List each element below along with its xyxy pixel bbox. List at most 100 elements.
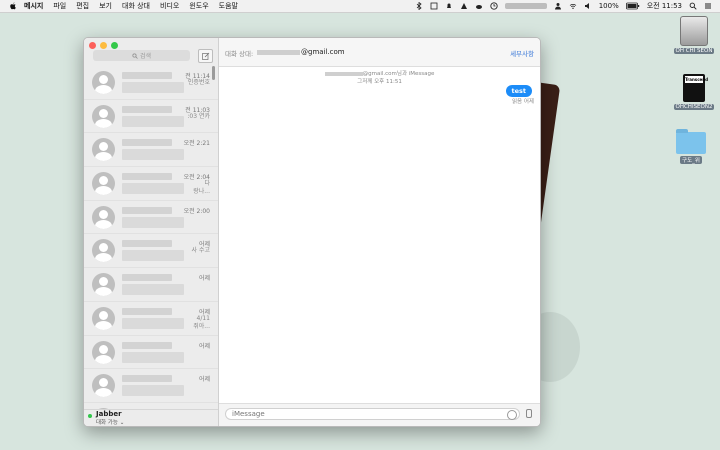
conversation-time: 오전 2:00 [183,207,210,215]
conversation-item[interactable]: 전 11:03 :03 연카 [84,100,218,134]
menu-bar: 메시지 파일 편집 보기 대화 상대 비디오 윈도우 도움말 100% 오전 1… [0,0,720,13]
recipient-field[interactable]: @gmail.com [301,48,345,56]
menu-video[interactable]: 비디오 [160,1,179,11]
bluetooth-icon[interactable] [415,2,423,10]
sent-message-bubble[interactable]: test [505,85,532,97]
desktop-icon-label: OH CHI SEON [673,48,715,54]
availability-label: 대화 가능 [96,420,118,426]
drive-icon[interactable] [460,2,468,10]
conversation-item[interactable]: 오전 2:04 다 랑나... [84,167,218,201]
sidebar-scrollbar[interactable] [212,66,215,80]
avatar [92,273,115,297]
spotlight-search-icon[interactable] [689,2,697,10]
zoom-button[interactable] [111,42,118,49]
notification-center-icon[interactable] [704,2,712,10]
compose-icon [201,52,209,60]
battery-icon[interactable] [625,2,640,10]
menu-file[interactable]: 파일 [53,1,66,11]
clock-icon[interactable] [490,2,498,10]
recipient-label: 대화 상대: [225,50,254,58]
redacted-contact-name [122,240,172,248]
messages-window: 검색 전 11:14 인증번호 전 11:03 :03 연카 오전 2:21 오… [83,37,541,427]
redacted-email [324,71,363,76]
details-button[interactable]: 세부사항 [510,48,534,58]
menu-view[interactable]: 보기 [99,1,112,11]
wifi-icon[interactable] [569,2,577,10]
redacted-contact-name [122,139,172,147]
sd-card-brand: Transcend [685,76,708,83]
cloud-icon[interactable] [475,2,483,10]
conversation-item[interactable]: 어제 사 수고 [84,234,218,269]
menu-buddies[interactable]: 대화 상대 [122,1,150,11]
avatar [92,172,115,196]
menu-edit[interactable]: 편집 [76,1,89,11]
desktop-icon-label: 구도_위 [680,156,702,164]
redacted-preview [122,115,184,127]
service-text: @gmail.com님과 iMessage [362,71,435,77]
avatar [92,239,115,263]
redacted-contact-name [122,375,172,383]
read-receipt: 읽음 어제 [512,99,534,105]
avatar [92,205,115,229]
apple-icon[interactable] [8,1,18,11]
redacted-preview [122,351,184,363]
menu-app-name[interactable]: 메시지 [24,1,43,11]
conversation-item[interactable]: 어제 [84,369,218,403]
conversation-sidebar: 검색 전 11:14 인증번호 전 11:03 :03 연카 오전 2:21 오… [84,38,219,426]
desktop-icon-sdcard[interactable]: Transcend OHCHISEON2 [670,74,718,110]
compose-bar [219,403,540,426]
redacted-recipient [257,50,300,55]
account-status[interactable]: Jabber 대화 가능 ⌄ [84,409,218,426]
search-icon [132,52,138,59]
desktop-icon-label: OHCHISEON2 [673,104,715,110]
search-input[interactable]: 검색 [93,50,190,61]
conversation-item[interactable]: 오전 2:00 [84,201,218,235]
redacted-contact-name [122,105,172,113]
hard-drive-icon [680,16,708,46]
conversation-meta: @gmail.com님과 iMessage 그저께 오후 11:51 [219,70,540,86]
conversation-preview: :03 연카 [187,112,210,120]
user-icon[interactable] [554,2,562,10]
sd-card-icon: Transcend [683,74,708,102]
conversation-list: 전 11:14 인증번호 전 11:03 :03 연카 오전 2:21 오전 2… [84,66,218,410]
conversation-time: 오전 2:21 [183,140,210,148]
conversation-preview: 다 랑나... [193,180,210,196]
availability-select[interactable]: 대화 가능 ⌄ [96,418,124,426]
menu-window[interactable]: 윈도우 [189,1,208,11]
chat-header: 대화 상대: @gmail.com 세부사항 [219,38,540,67]
conversation-service-line: @gmail.com님과 iMessage [219,70,540,78]
avatar [92,104,115,128]
conversation-item[interactable]: 어제 4/11 쥐아... [84,302,218,336]
app-status-icon[interactable] [430,2,438,10]
new-message-button[interactable] [198,49,213,63]
avatar [92,71,115,94]
avatar [92,306,115,330]
bell-icon[interactable] [445,2,453,10]
redacted-preview [122,284,184,296]
avatar [92,340,115,364]
microphone-icon[interactable] [526,409,532,418]
menu-clock[interactable]: 오전 11:53 [647,1,682,11]
conversation-time: 어제 [198,342,210,350]
conversation-item[interactable]: 전 11:14 인증번호 [84,66,218,100]
menu-extras: 100% 오전 11:53 [415,1,720,11]
desktop-icon-folder[interactable]: 구도_위 [667,128,715,164]
conversation-preview: 인증번호 [187,79,210,86]
redacted-preview [122,385,184,397]
minimize-button[interactable] [100,42,107,49]
redacted-contact-name [122,72,172,79]
volume-icon[interactable] [584,2,592,10]
folder-icon [676,129,706,154]
account-name: Jabber [96,410,122,418]
conversation-item[interactable]: 어제 [84,268,218,302]
redacted-preview [122,183,184,195]
conversation-item[interactable]: 어제 [84,336,218,370]
conversation-item[interactable]: 오전 2:21 [84,133,218,168]
redacted-contact-name [122,274,172,282]
chevron-down-icon: ⌄ [119,420,125,426]
desktop-icon-drive[interactable]: OH CHI SEON [670,16,718,54]
emoji-icon[interactable] [507,410,517,420]
close-button[interactable] [89,42,96,49]
menu-help[interactable]: 도움말 [219,1,238,11]
message-input[interactable] [225,408,520,420]
